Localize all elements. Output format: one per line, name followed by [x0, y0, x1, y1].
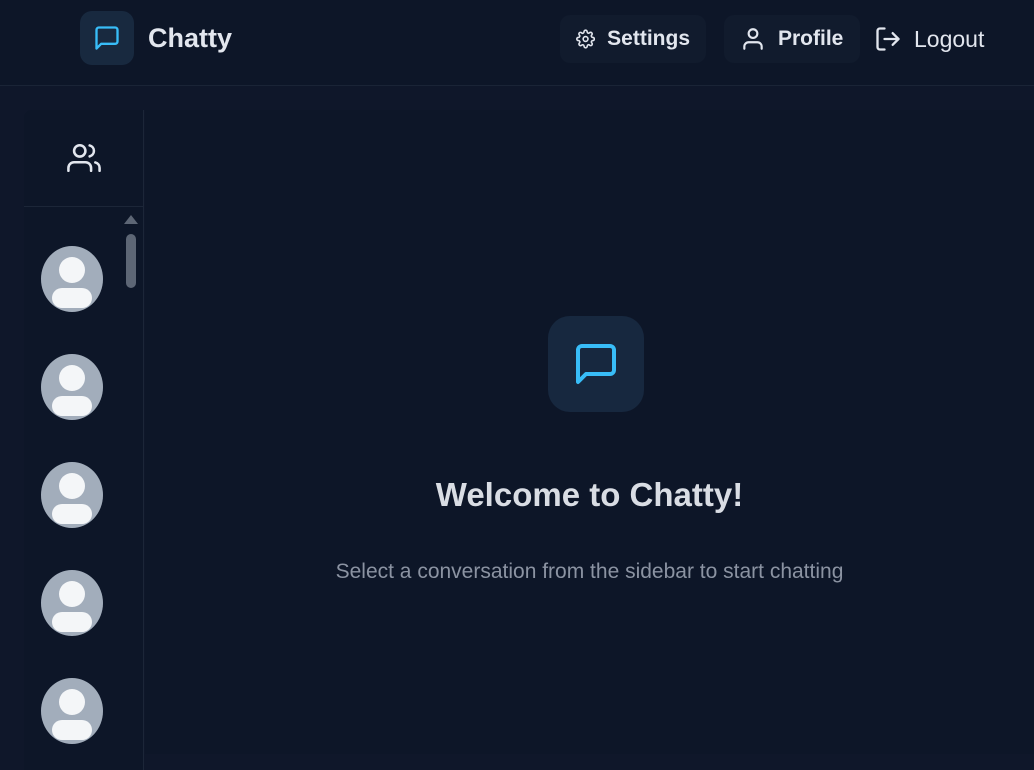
contact-avatar[interactable]	[41, 246, 103, 312]
settings-button[interactable]: Settings	[560, 15, 706, 63]
user-icon	[743, 28, 763, 50]
sidebar	[24, 110, 144, 770]
avatar-body	[52, 720, 92, 740]
avatar-head	[59, 689, 85, 715]
avatar-body	[52, 396, 92, 416]
avatar-body	[52, 612, 92, 632]
message-square-icon	[80, 11, 134, 65]
scroll-up-arrow[interactable]	[124, 215, 138, 224]
chat-main-area: Welcome to Chatty! Select a conversation…	[145, 110, 1034, 754]
users-icon	[66, 143, 101, 173]
contact-avatar[interactable]	[41, 570, 103, 636]
contact-avatar[interactable]	[41, 462, 103, 528]
avatar-head	[59, 581, 85, 607]
gear-icon	[576, 29, 596, 49]
avatar-head	[59, 257, 85, 283]
settings-label: Settings	[607, 27, 690, 50]
contact-avatar[interactable]	[41, 354, 103, 420]
logout-button[interactable]: Logout	[866, 15, 1006, 63]
brand-name: Chatty	[148, 22, 233, 53]
welcome-subtitle: Select a conversation from the sidebar t…	[335, 560, 844, 583]
avatar-body	[52, 504, 92, 524]
logout-icon	[876, 27, 900, 51]
scrollbar-thumb[interactable]	[126, 234, 136, 288]
sidebar-header	[24, 110, 143, 207]
avatar-body	[52, 288, 92, 308]
welcome-title: Welcome to Chatty!	[435, 476, 744, 513]
avatar-head	[59, 365, 85, 391]
profile-label: Profile	[778, 27, 844, 50]
avatar-head	[59, 473, 85, 499]
logout-label: Logout	[914, 25, 985, 52]
contact-avatar[interactable]	[41, 678, 103, 744]
profile-button[interactable]: Profile	[724, 15, 860, 63]
brand-link[interactable]: Chatty	[80, 11, 232, 65]
message-square-icon	[548, 316, 644, 412]
navbar: Chatty Settings Profile Logout	[0, 0, 1034, 86]
